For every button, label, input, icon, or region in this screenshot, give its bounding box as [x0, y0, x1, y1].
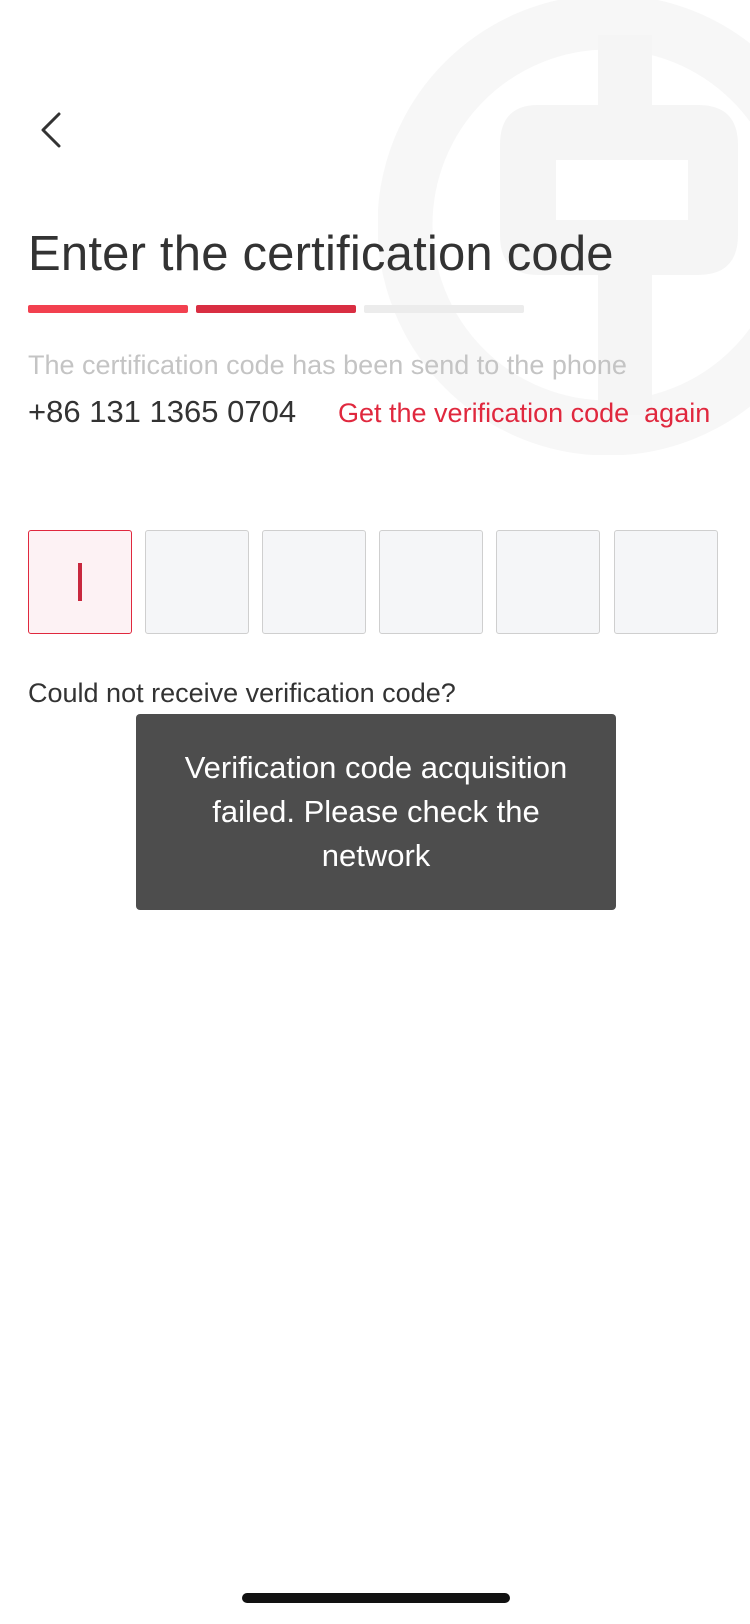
text-cursor: [78, 563, 82, 601]
step-indicator-1: [28, 305, 188, 313]
toast-message: Verification code acquisition failed. Pl…: [184, 750, 568, 873]
step-indicator-2: [196, 305, 356, 313]
code-input-group[interactable]: [28, 530, 722, 634]
page-title: Enter the certification code: [28, 227, 614, 281]
code-digit-5[interactable]: [496, 530, 600, 634]
code-digit-6[interactable]: [614, 530, 718, 634]
chevron-left-icon: [41, 112, 61, 148]
phone-number: +86 131 1365 0704: [28, 394, 297, 429]
sent-hint: The certification code has been send to …: [28, 350, 627, 380]
back-button[interactable]: [26, 100, 76, 160]
step-indicator-3: [364, 305, 524, 313]
verification-screen: Enter the certification code The certifi…: [0, 0, 750, 1624]
code-digit-2[interactable]: [145, 530, 249, 634]
resend-code-link[interactable]: Get the verification code again: [338, 398, 710, 429]
error-toast: Verification code acquisition failed. Pl…: [136, 714, 616, 910]
code-digit-3[interactable]: [262, 530, 366, 634]
code-digit-4[interactable]: [379, 530, 483, 634]
no-code-help-link[interactable]: Could not receive verification code?: [28, 678, 456, 709]
home-indicator[interactable]: [242, 1593, 510, 1603]
